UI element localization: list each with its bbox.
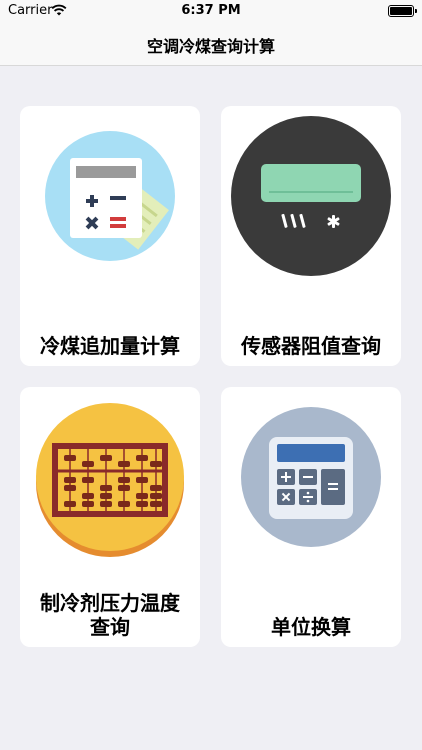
card-label-line-2: 查询 [90, 615, 130, 639]
air-conditioner-icon [231, 116, 391, 276]
sensor-resistance-card[interactable]: 传感器阻值查询 [221, 106, 401, 366]
card-label-line-1: 制冷剂压力温度 [40, 591, 180, 615]
page-title: 空调冷煤查询计算 [146, 37, 275, 56]
card-label: 单位换算 [271, 615, 351, 639]
refrigerant-pressure-temperature-card[interactable]: 制冷剂压力温度 查询 [20, 387, 200, 647]
abacus-icon [36, 403, 184, 557]
card-label: 冷煤追加量计算 [40, 334, 180, 358]
navigation-bar: 空调冷煤查询计算 [0, 22, 422, 66]
card-label: 传感器阻值查询 [241, 334, 381, 358]
unit-calculator-icon [241, 407, 381, 547]
battery-icon [388, 5, 417, 17]
clock: 6:37 PM [181, 3, 241, 18]
refrigerant-charge-card[interactable]: 冷煤追加量计算 [20, 106, 200, 366]
unit-conversion-card[interactable]: 单位换算 [221, 387, 401, 647]
status-bar: Carrier 6:37 PM [0, 0, 422, 22]
calculator-paper-icon [45, 131, 175, 261]
